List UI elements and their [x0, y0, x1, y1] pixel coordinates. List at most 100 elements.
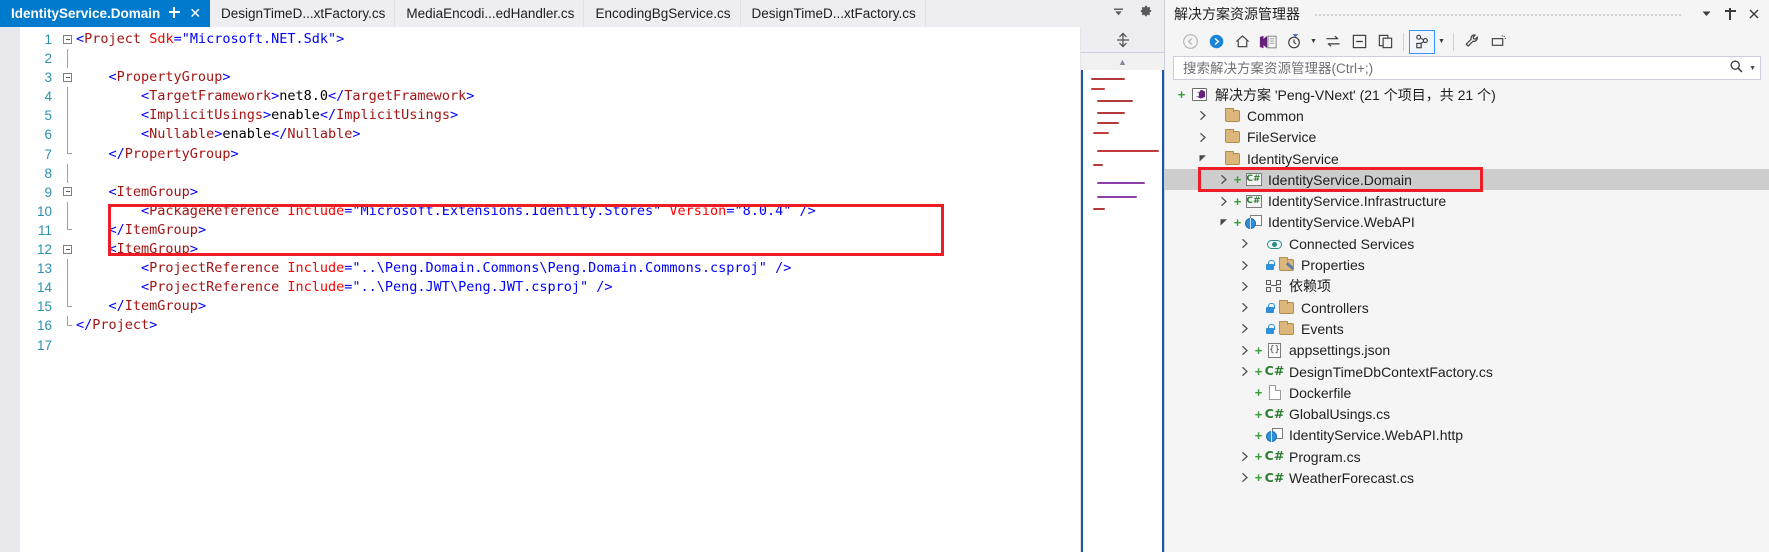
search-icon[interactable]	[1726, 59, 1747, 77]
code-line[interactable]: 10 <PackageReference Include="Microsoft.…	[0, 201, 1080, 221]
home-icon[interactable]	[1229, 30, 1255, 54]
tab-encodingbgservice[interactable]: EncodingBgService.cs	[584, 0, 741, 27]
solution-tree[interactable]: + 解决方案 'Peng-VNext' (21 个项目，共 21 个) Common…	[1165, 80, 1769, 552]
chevron-right-icon[interactable]	[1236, 472, 1253, 483]
fold-indicator[interactable]	[62, 336, 76, 355]
tree-item-program-cs[interactable]: + C# Program.cs	[1165, 446, 1769, 467]
tab-mediaencoding-handler[interactable]: MediaEncodi...edHandler.cs	[395, 0, 585, 27]
collapse-all-icon[interactable]	[1346, 30, 1372, 54]
tree-item-identityservice-domain[interactable]: + C# IdentityService.Domain	[1165, 169, 1769, 191]
chevron-right-icon[interactable]	[1194, 132, 1211, 143]
tree-item-controllers[interactable]: Controllers	[1165, 297, 1769, 318]
fold-indicator[interactable]	[62, 316, 76, 335]
tree-item-properties[interactable]: Properties	[1165, 254, 1769, 275]
preview-selected-items-icon[interactable]	[1485, 30, 1511, 54]
fold-indicator[interactable]	[62, 68, 76, 87]
solution-explorer-search[interactable]: ▼	[1173, 56, 1761, 80]
chevron-right-icon[interactable]	[1236, 323, 1253, 334]
fold-indicator[interactable]	[62, 30, 76, 49]
code-line[interactable]: 11 </ItemGroup>	[0, 220, 1080, 240]
fold-indicator[interactable]	[62, 240, 76, 259]
chevron-right-icon[interactable]	[1236, 281, 1253, 292]
pending-changes-filter-icon[interactable]	[1281, 30, 1307, 54]
tree-item-common[interactable]: Common	[1165, 105, 1769, 126]
forward-icon[interactable]	[1203, 30, 1229, 54]
tree-item-connected-services[interactable]: Connected Services	[1165, 233, 1769, 254]
fold-indicator[interactable]	[62, 278, 76, 298]
close-icon[interactable]: ✕	[189, 7, 201, 21]
view-code-switch-icon[interactable]	[1409, 29, 1435, 54]
tree-item-identityservice-webapi-http[interactable]: + IdentityService.WebAPI.http	[1165, 425, 1769, 446]
tree-item-dockerfile[interactable]: + Dockerfile	[1165, 382, 1769, 403]
code-minimap[interactable]	[1081, 70, 1164, 552]
tree-item-events[interactable]: Events	[1165, 318, 1769, 339]
tab-settings-gear-icon[interactable]	[1139, 4, 1153, 23]
chevron-right-icon[interactable]	[1215, 174, 1232, 185]
chevron-down-icon[interactable]	[1215, 217, 1232, 228]
refresh-icon[interactable]	[1320, 30, 1346, 54]
fold-indicator[interactable]	[62, 201, 76, 221]
code-editor[interactable]: 1 <Project Sdk="Microsoft.NET.Sdk"> 2 3 <Pr…	[0, 27, 1080, 552]
code-line[interactable]: 14 <ProjectReference Include="..\Peng.JW…	[0, 278, 1080, 298]
properties-wrench-icon[interactable]	[1459, 30, 1485, 54]
code-line[interactable]: 13 <ProjectReference Include="..\Peng.Do…	[0, 259, 1080, 279]
tree-item-designtimedbcontextfactory-cs[interactable]: + C# DesignTimeDbContextFactory.cs	[1165, 361, 1769, 382]
tree-item-weatherforecast-cs[interactable]: + C# WeatherForecast.cs	[1165, 467, 1769, 488]
pending-changes-caret-icon[interactable]: ▼	[1307, 30, 1320, 54]
fold-indicator[interactable]	[62, 87, 76, 107]
tab-designtimedbcontextfactory-1[interactable]: DesignTimeD...xtFactory.cs	[210, 0, 396, 27]
fold-indicator[interactable]	[62, 297, 76, 316]
code-line[interactable]: 6 <Nullable>enable</Nullable>	[0, 125, 1080, 145]
window-dropdown-icon[interactable]	[1697, 4, 1715, 24]
tree-item-peng-vnext-21-21[interactable]: + 解决方案 'Peng-VNext' (21 个项目，共 21 个)	[1165, 84, 1769, 105]
close-window-icon[interactable]	[1745, 4, 1763, 24]
tree-item-identityservice-webapi[interactable]: + IdentityService.WebAPI	[1165, 212, 1769, 233]
code-line[interactable]: 7 </PropertyGroup>	[0, 144, 1080, 164]
split-window-icon[interactable]	[1081, 27, 1164, 53]
code-line[interactable]: 2	[0, 49, 1080, 69]
show-all-files-icon[interactable]	[1372, 30, 1398, 54]
chevron-right-icon[interactable]	[1236, 302, 1253, 313]
code-line[interactable]: 12 <ItemGroup>	[0, 240, 1080, 259]
code-text-area[interactable]: 1 <Project Sdk="Microsoft.NET.Sdk"> 2 3 <Pr…	[0, 27, 1080, 355]
back-icon[interactable]	[1177, 30, 1203, 54]
fold-indicator[interactable]	[62, 125, 76, 145]
tree-item-[interactable]: 依赖项	[1165, 276, 1769, 297]
sync-with-active-document-icon[interactable]	[1255, 30, 1281, 54]
pin-icon[interactable]	[169, 6, 181, 21]
tab-list-dropdown-icon[interactable]	[1112, 5, 1125, 23]
tree-item-fileservice[interactable]: FileService	[1165, 127, 1769, 148]
chevron-right-icon[interactable]	[1215, 196, 1232, 207]
tree-item-appsettings-json[interactable]: +{} appsettings.json	[1165, 340, 1769, 361]
fold-indicator[interactable]	[62, 144, 76, 164]
fold-indicator[interactable]	[62, 163, 76, 183]
code-line[interactable]: 1 <Project Sdk="Microsoft.NET.Sdk">	[0, 30, 1080, 49]
code-line[interactable]: 9 <ItemGroup>	[0, 183, 1080, 202]
fold-indicator[interactable]	[62, 259, 76, 279]
code-line[interactable]: 15 </ItemGroup>	[0, 297, 1080, 316]
chevron-right-icon[interactable]	[1236, 238, 1253, 249]
tab-identityservice-domain[interactable]: IdentityService.Domain ✕	[0, 0, 211, 27]
chevron-right-icon[interactable]	[1236, 260, 1253, 271]
scroll-up-arrow-icon[interactable]: ▲	[1081, 53, 1164, 70]
fold-indicator[interactable]	[62, 106, 76, 126]
chevron-right-icon[interactable]	[1236, 451, 1253, 462]
code-line[interactable]: 3 <PropertyGroup>	[0, 68, 1080, 87]
tree-item-identityservice[interactable]: IdentityService	[1165, 148, 1769, 169]
code-line[interactable]: 8	[0, 163, 1080, 183]
chevron-right-icon[interactable]	[1236, 345, 1253, 356]
tree-item-globalusings-cs[interactable]: + C# GlobalUsings.cs	[1165, 403, 1769, 424]
fold-indicator[interactable]	[62, 220, 76, 240]
pin-window-icon[interactable]	[1721, 4, 1739, 24]
chevron-right-icon[interactable]	[1236, 366, 1253, 377]
code-line[interactable]: 4 <TargetFramework>net8.0</TargetFramewo…	[0, 87, 1080, 107]
code-line[interactable]: 16 </Project>	[0, 316, 1080, 335]
search-options-chevron-down-icon[interactable]: ▼	[1747, 65, 1756, 72]
fold-indicator[interactable]	[62, 183, 76, 202]
code-line[interactable]: 5 <ImplicitUsings>enable</ImplicitUsings…	[0, 106, 1080, 126]
tab-designtimedbcontextfactory-2[interactable]: DesignTimeD...xtFactory.cs	[740, 0, 926, 27]
search-input[interactable]	[1181, 59, 1727, 77]
tree-item-identityservice-infrastructure[interactable]: + C# IdentityService.Infrastructure	[1165, 190, 1769, 211]
view-code-caret-icon[interactable]: ▼	[1435, 30, 1448, 54]
chevron-down-icon[interactable]	[1194, 153, 1211, 164]
